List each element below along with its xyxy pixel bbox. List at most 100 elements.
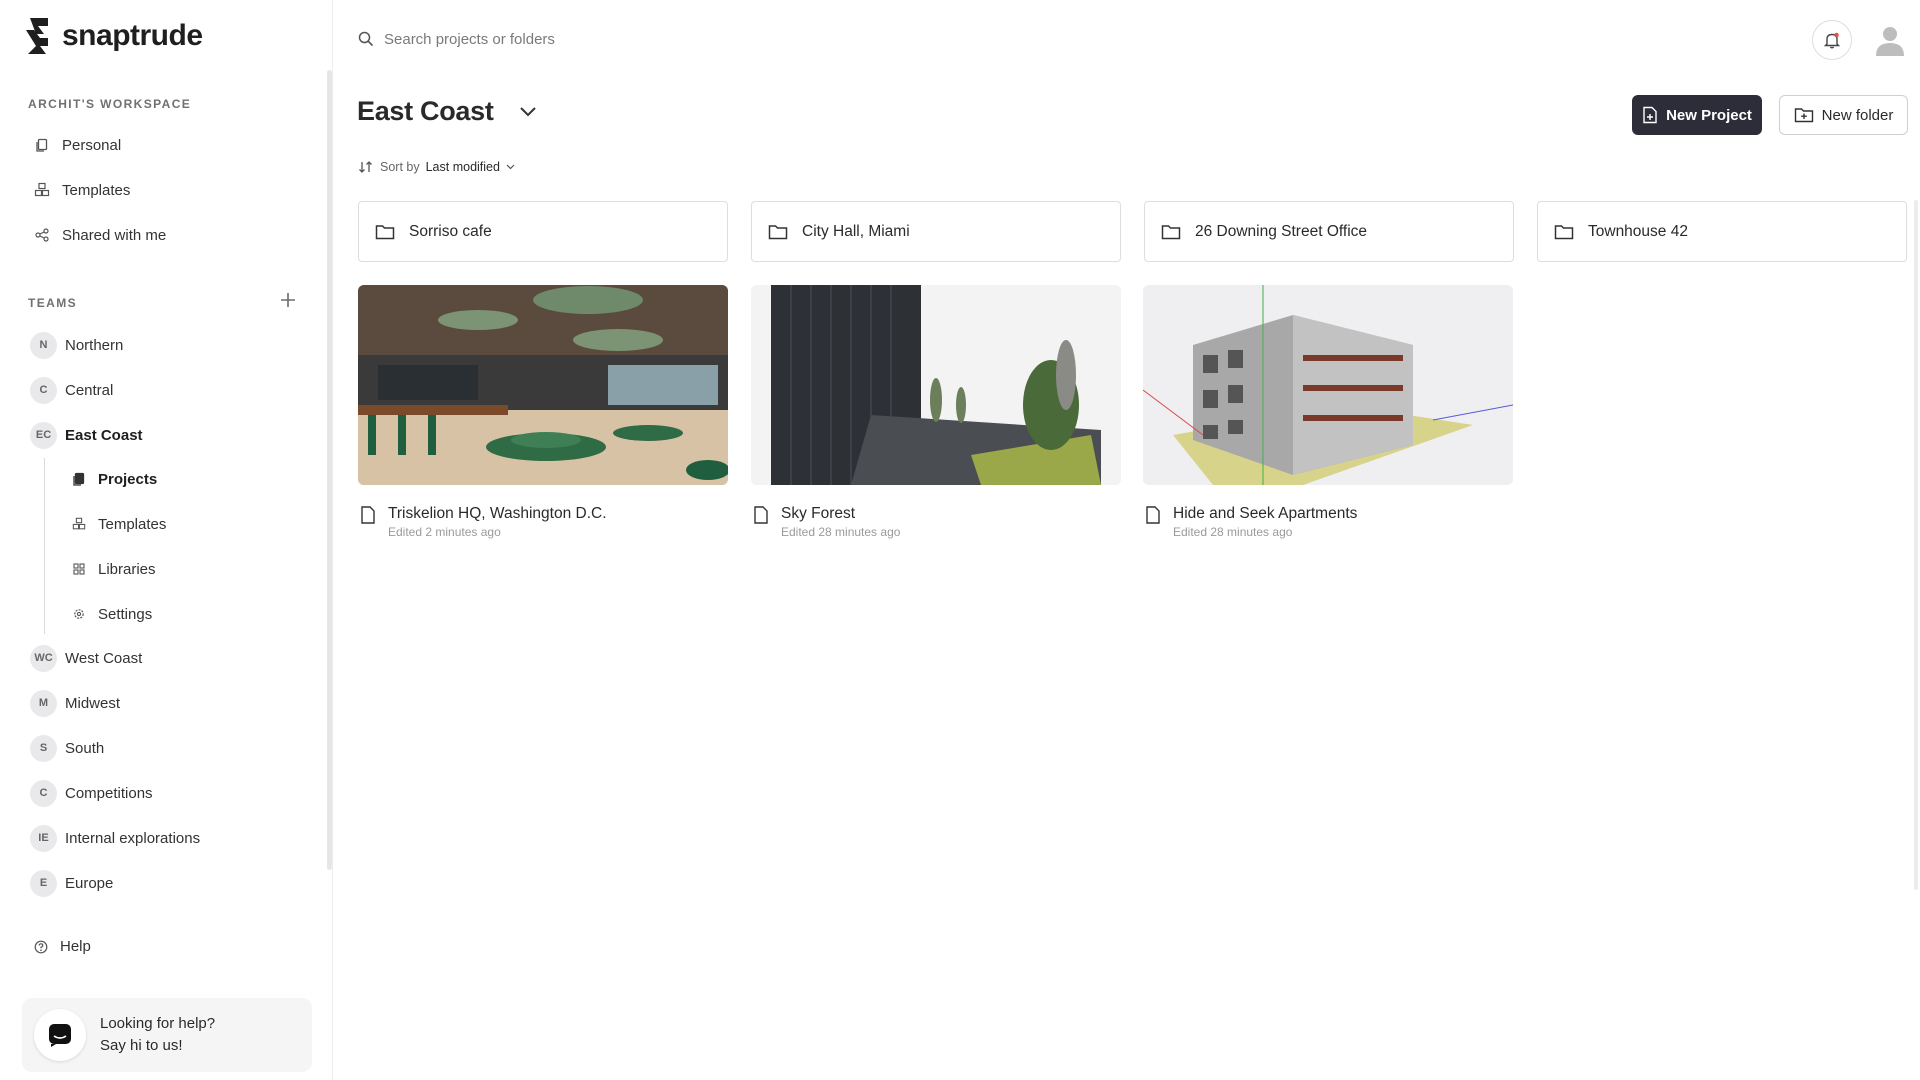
notifications-button[interactable] [1812, 20, 1852, 60]
sidebar-item-team-templates[interactable]: Templates [72, 512, 166, 536]
sort-icon [359, 161, 372, 173]
file-stack-icon [34, 137, 50, 153]
folder-name: 26 Downing Street Office [1195, 222, 1368, 240]
folder-plus-icon [1794, 108, 1813, 123]
folder-card[interactable]: City Hall, Miami [751, 201, 1121, 262]
project-card[interactable]: Sky Forest Edited 28 minutes ago [751, 285, 1121, 539]
team-avatar: IE [30, 824, 57, 852]
team-west-coast[interactable]: WC West Coast [30, 643, 142, 673]
folder-icon [375, 224, 395, 239]
project-name: Hide and Seek Apartments [1173, 505, 1358, 522]
team-east-coast[interactable]: EC East Coast [30, 420, 143, 450]
help-chat-widget[interactable]: Looking for help? Say hi to us! [22, 998, 312, 1072]
sidebar-item-libraries[interactable]: Libraries [72, 557, 156, 581]
team-label: West Coast [65, 649, 143, 667]
sidebar-item-label: Shared with me [62, 226, 167, 244]
project-name: Sky Forest [781, 505, 856, 522]
sidebar: snaptrude ARCHIT'S WORKSPACE Personal Te… [0, 0, 333, 1080]
project-edited-time: Edited 28 minutes ago [1173, 525, 1293, 539]
sidebar-item-label: Templates [98, 515, 167, 533]
share-icon [34, 227, 50, 243]
new-project-button[interactable]: New Project [1632, 95, 1762, 135]
project-card[interactable]: Hide and Seek Apartments Edited 28 minut… [1143, 285, 1513, 539]
cubes-icon [34, 182, 50, 198]
folder-card[interactable]: 26 Downing Street Office [1144, 201, 1514, 262]
main-scrollbar[interactable] [1914, 200, 1918, 890]
workspace-title: ARCHIT'S WORKSPACE [28, 97, 192, 111]
team-avatar: WC [30, 644, 57, 672]
chat-button[interactable] [34, 1009, 86, 1061]
team-avatar: C [30, 779, 57, 807]
team-label: Northern [65, 336, 124, 354]
project-edited-time: Edited 28 minutes ago [781, 525, 901, 539]
team-central[interactable]: C Central [30, 375, 113, 405]
apartments-render-image [1143, 285, 1513, 485]
team-label: Competitions [65, 784, 153, 802]
search-icon [358, 31, 374, 47]
sidebar-item-projects[interactable]: Projects [72, 467, 157, 491]
sidebar-item-label: Personal [62, 136, 122, 154]
app-name: snaptrude [62, 19, 203, 52]
sidebar-item-templates[interactable]: Templates [34, 178, 130, 202]
page-title: East Coast [357, 96, 494, 126]
file-plus-icon [1643, 106, 1657, 124]
chat-line-1: Looking for help? [100, 1015, 216, 1032]
sidebar-item-personal[interactable]: Personal [34, 133, 121, 157]
user-avatar[interactable] [1872, 22, 1908, 58]
project-thumbnail[interactable] [358, 285, 728, 485]
sidebar-item-label: Templates [62, 181, 131, 199]
new-folder-button[interactable]: New folder [1779, 95, 1908, 135]
team-europe[interactable]: E Europe [30, 868, 113, 898]
sidebar-item-label: Settings [98, 605, 153, 623]
chat-text: Looking for help? Say hi to us! [100, 1013, 215, 1057]
help-link[interactable]: Help [34, 938, 91, 955]
file-icon [1146, 506, 1160, 524]
folder-card[interactable]: Sorriso cafe [358, 201, 728, 262]
team-label: Central [65, 381, 114, 399]
add-team-button[interactable] [276, 290, 300, 314]
file-icon [754, 506, 768, 524]
file-stack-icon [72, 472, 86, 486]
grid-icon [72, 562, 86, 576]
team-label: South [65, 739, 105, 757]
gear-icon [72, 607, 86, 621]
sidebar-item-label: Libraries [98, 560, 156, 578]
chat-line-2: Say hi to us! [100, 1037, 183, 1054]
team-avatar: N [30, 331, 57, 359]
logo[interactable]: snaptrude [22, 16, 203, 56]
team-avatar: EC [30, 421, 57, 449]
team-label: Midwest [65, 694, 121, 712]
help-circle-icon [34, 940, 48, 953]
sort-control[interactable]: Sort by Last modified [358, 160, 515, 174]
folder-card[interactable]: Townhouse 42 [1537, 201, 1907, 262]
project-thumbnail[interactable] [1143, 285, 1513, 485]
folder-name: Sorriso cafe [409, 222, 492, 240]
new-project-label: New Project [1666, 106, 1752, 124]
search-bar[interactable] [358, 26, 858, 52]
project-thumbnail[interactable] [751, 285, 1121, 485]
sidebar-item-shared[interactable]: Shared with me [34, 223, 166, 247]
user-icon [1876, 27, 1904, 56]
page-header: East Coast [357, 96, 540, 127]
search-input[interactable] [384, 30, 784, 48]
tower-render-image [751, 285, 1121, 485]
new-folder-label: New folder [1821, 106, 1894, 124]
team-competitions[interactable]: C Competitions [30, 778, 153, 808]
sort-value: Last modified [425, 160, 500, 174]
chevron-down-icon[interactable] [516, 100, 540, 124]
team-midwest[interactable]: M Midwest [30, 688, 120, 718]
cafe-render-image [358, 285, 728, 485]
sidebar-scrollbar[interactable] [327, 70, 332, 870]
team-avatar: E [30, 869, 57, 897]
project-card[interactable]: Triskelion HQ, Washington D.C. Edited 2 … [358, 285, 728, 539]
subnav-divider [44, 458, 45, 634]
team-avatar: C [30, 376, 57, 404]
team-south[interactable]: S South [30, 733, 104, 763]
folder-icon [1161, 224, 1181, 239]
sidebar-item-label: Projects [98, 470, 158, 488]
sidebar-item-settings[interactable]: Settings [72, 602, 152, 626]
help-label: Help [60, 938, 91, 955]
team-internal-explorations[interactable]: IE Internal explorations [30, 823, 200, 853]
file-icon [361, 506, 375, 524]
team-northern[interactable]: N Northern [30, 330, 123, 360]
